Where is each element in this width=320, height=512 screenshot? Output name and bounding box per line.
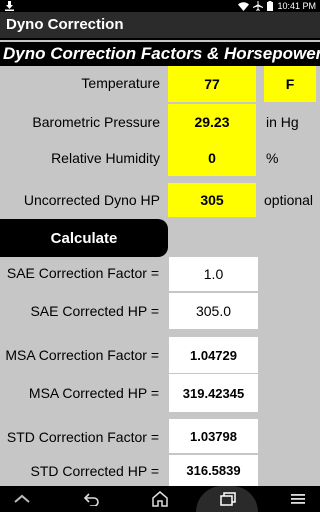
download-icon (4, 1, 15, 11)
msa-hp-value: 319.42345 (169, 374, 258, 412)
dyno-hp-label: Uncorrected Dyno HP (23, 192, 160, 208)
std-factor-value: 1.03798 (169, 419, 258, 453)
header-banner: Dyno Correction Factors & Horsepower (0, 42, 320, 66)
temperature-unit-selector[interactable]: F (264, 66, 316, 102)
status-time: 10:41 PM (277, 1, 316, 11)
recents-icon[interactable] (218, 490, 238, 508)
calculate-button[interactable]: Calculate (0, 219, 168, 257)
wifi-icon (238, 1, 250, 11)
airplane-icon (253, 1, 264, 11)
msa-factor-label: MSA Correction Factor = (5, 347, 159, 363)
msa-factor-value: 1.04729 (169, 337, 258, 373)
std-factor-label: STD Correction Factor = (6, 429, 159, 445)
temperature-label: Temperature (81, 75, 160, 91)
humidity-input[interactable]: 0 (168, 140, 256, 176)
app-title: Dyno Correction (6, 16, 124, 33)
pressure-label: Barometric Pressure (32, 114, 160, 130)
std-hp-value: 316.5839 (169, 455, 258, 486)
status-bar: 10:41 PM (0, 0, 320, 12)
battery-icon (267, 1, 274, 11)
sae-hp-label: SAE Corrected HP = (30, 303, 159, 319)
keyboard-hide-icon[interactable] (12, 490, 32, 508)
home-icon[interactable] (150, 490, 170, 508)
humidity-unit: % (266, 150, 279, 166)
pressure-input[interactable]: 29.23 (168, 104, 256, 140)
menu-icon[interactable] (288, 490, 308, 508)
sae-factor-label: SAE Correction Factor = (6, 265, 159, 281)
pressure-unit: in Hg (266, 114, 299, 130)
humidity-label: Relative Humidity (51, 150, 160, 166)
temperature-input[interactable]: 77 (168, 66, 256, 102)
app-title-bar: Dyno Correction (0, 12, 320, 40)
dyno-hp-input[interactable]: 305 (168, 183, 256, 217)
msa-hp-label: MSA Corrected HP = (28, 385, 159, 401)
sae-factor-value: 1.0 (169, 257, 258, 291)
dyno-hp-optional-hint: optional (264, 192, 314, 208)
banner-title: Dyno Correction Factors & Horsepower (3, 44, 320, 63)
sae-hp-value: 305.0 (169, 293, 258, 329)
std-hp-label: STD Corrected HP = (30, 463, 159, 479)
navigation-bar (0, 486, 320, 512)
back-icon[interactable] (82, 490, 102, 508)
